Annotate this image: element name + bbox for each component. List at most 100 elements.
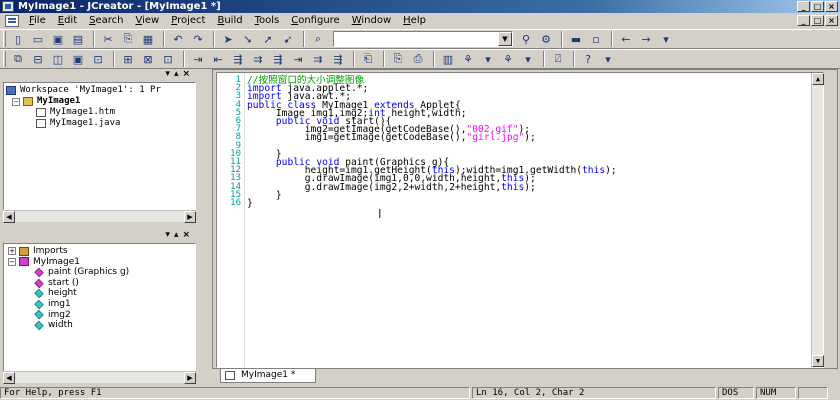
field-node[interactable]: img1 bbox=[8, 299, 191, 310]
rebuild-icon[interactable]: ⎙ bbox=[409, 50, 427, 68]
workspace-hscroll[interactable]: ◀ ▶ bbox=[3, 210, 196, 223]
scroll-left-icon[interactable]: ◀ bbox=[3, 372, 15, 384]
find-icon[interactable]: ⌕ bbox=[309, 30, 327, 48]
method-node[interactable]: paint (Graphics g) bbox=[8, 267, 191, 278]
window-arrange-icon[interactable]: ▣ bbox=[69, 50, 87, 68]
chevron-down-icon[interactable]: ▼ bbox=[498, 32, 512, 46]
project-label: MyImage1 bbox=[37, 96, 81, 106]
menu-search[interactable]: Search bbox=[83, 13, 129, 29]
menu-view[interactable]: View bbox=[130, 13, 166, 29]
code-editor[interactable]: 1//按照窗口的大小调整图像 2 import java.applet.*; 3 imp… bbox=[216, 72, 824, 368]
scroll-left-icon[interactable]: ◀ bbox=[3, 211, 15, 223]
outdent-icon[interactable]: ⇤ bbox=[209, 50, 227, 68]
tools-dropdown-icon[interactable]: ▾ bbox=[519, 50, 537, 68]
forward-icon[interactable]: → bbox=[637, 30, 655, 48]
pane-controls[interactable]: ▾▴× bbox=[165, 69, 194, 79]
paste-icon[interactable]: ▦ bbox=[139, 30, 157, 48]
method-node[interactable]: start () bbox=[8, 278, 191, 289]
package-view-icon[interactable]: ⊠ bbox=[139, 50, 157, 68]
scroll-right-icon[interactable]: ▶ bbox=[184, 211, 196, 223]
back-icon[interactable]: ← bbox=[617, 30, 635, 48]
tab-icon[interactable]: ⇥ bbox=[289, 50, 307, 68]
new-file-icon[interactable]: ▯ bbox=[9, 30, 27, 48]
toggle-workspace-icon[interactable]: ▫ bbox=[587, 30, 605, 48]
class-node[interactable]: − MyImage1 bbox=[8, 257, 191, 268]
find-combo[interactable]: ▼ bbox=[333, 31, 513, 47]
field-node[interactable]: width bbox=[8, 320, 191, 331]
debug-dropdown-icon[interactable]: ▾ bbox=[479, 50, 497, 68]
stop-icon[interactable]: ⍁ bbox=[549, 50, 567, 68]
maximize-button[interactable]: □ bbox=[811, 1, 824, 12]
tab-myimage1[interactable]: MyImage1 * bbox=[220, 369, 316, 383]
menu-build[interactable]: Build bbox=[211, 13, 248, 29]
execute-icon[interactable]: ▥ bbox=[439, 50, 457, 68]
space-icon[interactable]: ⇉ bbox=[309, 50, 327, 68]
menu-edit[interactable]: Edit bbox=[52, 13, 83, 29]
pane-controls[interactable]: ▾▴× bbox=[165, 230, 194, 240]
imports-node[interactable]: + Imports bbox=[8, 246, 191, 257]
menu-help[interactable]: Help bbox=[397, 13, 432, 29]
editor-vscroll[interactable]: ▲ ▼ bbox=[811, 73, 824, 367]
workspace-root[interactable]: Workspace 'MyImage1': 1 Pr bbox=[6, 85, 193, 96]
scroll-right-icon[interactable]: ▶ bbox=[184, 372, 196, 384]
debug-icon[interactable]: ⚘ bbox=[459, 50, 477, 68]
next-bookmark-icon[interactable]: ➘ bbox=[239, 30, 257, 48]
toggle-output-icon[interactable]: ▬ bbox=[567, 30, 585, 48]
toolbar2-chevron-icon[interactable]: ▾ bbox=[599, 50, 617, 68]
prev-bookmark-icon[interactable]: ➚ bbox=[259, 30, 277, 48]
scroll-up-icon[interactable]: ▲ bbox=[812, 73, 824, 85]
find-in-files-icon[interactable]: ⚲ bbox=[517, 30, 535, 48]
menu-window[interactable]: Window bbox=[346, 13, 397, 29]
window-tile-v-icon[interactable]: ◫ bbox=[49, 50, 67, 68]
close-button[interactable]: × bbox=[825, 1, 838, 12]
menu-configure[interactable]: Configure bbox=[285, 13, 345, 29]
file-node[interactable]: MyImage1.java bbox=[6, 118, 193, 129]
save-all-icon[interactable]: ▤ bbox=[69, 30, 87, 48]
file-node[interactable]: MyImage1.htm bbox=[6, 107, 193, 118]
field-node[interactable]: height bbox=[8, 288, 191, 299]
project-node[interactable]: − MyImage1 bbox=[6, 96, 193, 107]
mdi-minimize-button[interactable]: _ bbox=[797, 15, 810, 26]
mdi-restore-button[interactable]: □ bbox=[811, 15, 824, 26]
class-view-icon[interactable]: ⊞ bbox=[119, 50, 137, 68]
scroll-down-icon[interactable]: ▼ bbox=[812, 355, 824, 367]
cut-icon[interactable]: ✂ bbox=[99, 30, 117, 48]
menu-tools[interactable]: Tools bbox=[249, 13, 286, 29]
expand-icon[interactable]: + bbox=[8, 247, 16, 256]
classview-hscroll[interactable]: ◀ ▶ bbox=[3, 371, 196, 384]
status-format: DOS bbox=[718, 387, 754, 399]
redo-icon[interactable]: ↷ bbox=[189, 30, 207, 48]
collapse-icon[interactable]: − bbox=[12, 97, 20, 106]
indent-icon[interactable]: ⇥ bbox=[189, 50, 207, 68]
bookmark-icon[interactable]: ➤ bbox=[219, 30, 237, 48]
open-folder-icon[interactable]: ▭ bbox=[29, 30, 47, 48]
clear-bookmarks-icon[interactable]: ➹ bbox=[279, 30, 297, 48]
field-icon bbox=[34, 310, 44, 320]
compile-icon[interactable]: ⎗ bbox=[359, 50, 377, 68]
mdi-close-button[interactable]: × bbox=[825, 15, 838, 26]
collapse-icon[interactable]: − bbox=[8, 257, 16, 266]
minimize-button[interactable]: _ bbox=[797, 1, 810, 12]
file-view-icon[interactable]: ⊡ bbox=[159, 50, 177, 68]
field-node[interactable]: img2 bbox=[8, 310, 191, 321]
window-cascade-icon[interactable]: ⧉ bbox=[9, 50, 27, 68]
fullscreen-icon[interactable]: ⊡ bbox=[89, 50, 107, 68]
comment-icon[interactable]: ⇶ bbox=[229, 50, 247, 68]
tools-icon[interactable]: ⚘ bbox=[499, 50, 517, 68]
menu-file[interactable]: File bbox=[23, 13, 52, 29]
menu-project[interactable]: Project bbox=[165, 13, 211, 29]
class-icon bbox=[19, 257, 29, 267]
window-tile-h-icon[interactable]: ⊟ bbox=[29, 50, 47, 68]
help-icon[interactable]: ? bbox=[579, 50, 597, 68]
replace-icon[interactable]: ⚙ bbox=[537, 30, 555, 48]
format-icon[interactable]: ⇶ bbox=[269, 50, 287, 68]
build-project-icon[interactable]: ⎘ bbox=[389, 50, 407, 68]
document-icon[interactable] bbox=[5, 15, 19, 27]
member-label: width bbox=[48, 320, 73, 331]
uncomment-icon[interactable]: ⇉ bbox=[249, 50, 267, 68]
copy-icon[interactable]: ⎘ bbox=[119, 30, 137, 48]
toolbar-chevron-icon[interactable]: ▾ bbox=[657, 30, 675, 48]
upper-icon[interactable]: ⇶ bbox=[329, 50, 347, 68]
undo-icon[interactable]: ↶ bbox=[169, 30, 187, 48]
save-icon[interactable]: ▣ bbox=[49, 30, 67, 48]
